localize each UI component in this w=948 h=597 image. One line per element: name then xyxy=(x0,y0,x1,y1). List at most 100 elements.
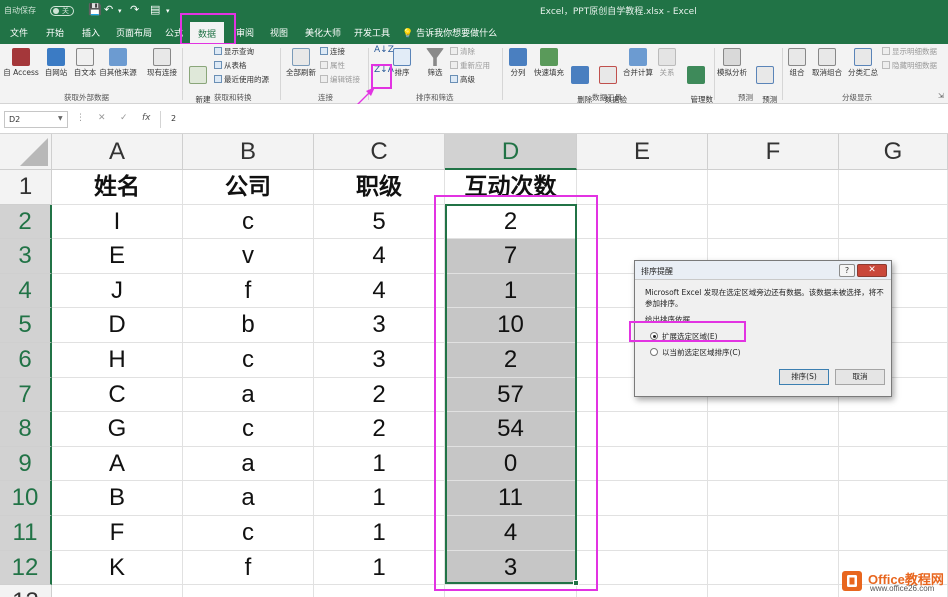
cell-d6[interactable]: 2 xyxy=(445,343,577,378)
customize-toolbar-icon[interactable]: ▾ xyxy=(166,7,170,15)
cell-c13[interactable] xyxy=(314,585,445,597)
cell-b4[interactable]: f xyxy=(183,273,314,309)
expand-selection-option[interactable]: 扩展选定区域(E) xyxy=(650,331,718,342)
properties-button[interactable]: 属性 xyxy=(320,61,345,70)
cell-a1[interactable]: 姓名 xyxy=(52,170,183,205)
refresh-all-button[interactable]: 全部刷新 xyxy=(284,48,318,77)
cell-e1[interactable] xyxy=(577,170,708,205)
cell-c7[interactable]: 2 xyxy=(314,377,445,413)
from-text-button[interactable]: 自文本 xyxy=(71,48,99,77)
from-other-sources-button[interactable]: 自其他来源 xyxy=(98,48,138,77)
cell-c2[interactable]: 5 xyxy=(314,204,445,240)
cell-b2[interactable]: c xyxy=(183,204,314,240)
cell-f10[interactable] xyxy=(708,481,839,516)
sort-descending-button[interactable]: Z↓A xyxy=(374,66,394,75)
existing-connections-button[interactable]: 现有连接 xyxy=(144,48,180,77)
cell-c10[interactable]: 1 xyxy=(314,481,445,516)
cell-d11[interactable]: 4 xyxy=(445,516,577,551)
cell-a6[interactable]: H xyxy=(52,343,183,378)
column-header-c[interactable]: C xyxy=(314,134,445,170)
row-header-7[interactable]: 7 xyxy=(0,377,52,413)
ungroup-button[interactable]: 取消组合 xyxy=(810,48,844,77)
cell-b3[interactable]: v xyxy=(183,239,314,274)
cell-g1[interactable] xyxy=(839,170,948,205)
connections-button[interactable]: 连接 xyxy=(320,47,345,56)
cell-a12[interactable]: K xyxy=(52,550,183,586)
row-header-2[interactable]: 2 xyxy=(0,204,52,240)
cell-d9[interactable]: 0 xyxy=(445,446,577,482)
cell-b11[interactable]: c xyxy=(183,516,314,551)
row-header-8[interactable]: 8 xyxy=(0,412,52,447)
cell-d12[interactable]: 3 xyxy=(445,550,577,586)
cell-d1[interactable]: 互动次数 xyxy=(445,170,577,205)
help-button[interactable]: ? xyxy=(839,264,855,277)
row-header-1[interactable]: 1 xyxy=(0,170,52,205)
row-header-13[interactable]: 13 xyxy=(0,585,52,597)
tab-beautify-master[interactable]: 美化大师 xyxy=(305,26,341,39)
sort-confirm-button[interactable]: 排序(S) xyxy=(779,369,829,385)
cell-f11[interactable] xyxy=(708,516,839,551)
filter-button[interactable]: 筛选 xyxy=(424,48,446,77)
relationships-button[interactable]: 关系 xyxy=(656,48,678,77)
cell-b8[interactable]: c xyxy=(183,412,314,447)
redo-icon[interactable]: ↷ xyxy=(130,3,139,16)
sort-ascending-button[interactable]: A↓Z xyxy=(374,46,394,55)
cell-e10[interactable] xyxy=(577,481,708,516)
cell-a5[interactable]: D xyxy=(52,308,183,343)
clear-filter-button[interactable]: 清除 xyxy=(450,47,475,56)
close-button[interactable]: ✕ xyxy=(857,264,887,277)
row-header-10[interactable]: 10 xyxy=(0,481,52,516)
cell-d8[interactable]: 54 xyxy=(445,412,577,447)
fill-handle[interactable] xyxy=(573,580,579,586)
cell-g10[interactable] xyxy=(839,481,948,516)
cell-e13[interactable] xyxy=(577,585,708,597)
row-header-4[interactable]: 4 xyxy=(0,273,52,309)
cancel-button[interactable]: 取消 xyxy=(835,369,885,385)
cell-d10[interactable]: 11 xyxy=(445,481,577,516)
show-queries-button[interactable]: 显示查询 xyxy=(214,47,254,56)
cell-d5[interactable]: 10 xyxy=(445,308,577,343)
from-web-button[interactable]: 自网站 xyxy=(42,48,70,77)
cell-a7[interactable]: C xyxy=(52,377,183,413)
quick-access-menu-icon[interactable]: ▤ xyxy=(150,3,160,16)
row-header-3[interactable]: 3 xyxy=(0,239,52,274)
recent-sources-button[interactable]: 最近使用的源 xyxy=(214,75,269,84)
hide-detail-button[interactable]: 隐藏明细数据 xyxy=(882,61,937,70)
advanced-filter-button[interactable]: 高级 xyxy=(450,75,475,84)
cell-c5[interactable]: 3 xyxy=(314,308,445,343)
from-table-button[interactable]: 从表格 xyxy=(214,61,247,70)
cell-g8[interactable] xyxy=(839,412,948,447)
column-header-d[interactable]: D xyxy=(445,134,577,170)
cell-f2[interactable] xyxy=(708,204,839,240)
cell-c9[interactable]: 1 xyxy=(314,446,445,482)
column-header-f[interactable]: F xyxy=(708,134,839,170)
cell-a11[interactable]: F xyxy=(52,516,183,551)
undo-dropdown-icon[interactable]: ▾ xyxy=(118,7,122,15)
cell-d2[interactable]: 2 xyxy=(445,204,577,240)
formula-bar-options-icon[interactable]: ⋮ xyxy=(76,113,85,123)
cell-g9[interactable] xyxy=(839,446,948,482)
row-header-5[interactable]: 5 xyxy=(0,308,52,343)
reapply-button[interactable]: 重新应用 xyxy=(450,61,490,70)
select-all-corner[interactable] xyxy=(0,134,52,170)
cell-f1[interactable] xyxy=(708,170,839,205)
cell-e8[interactable] xyxy=(577,412,708,447)
current-selection-option[interactable]: 以当前选定区域排序(C) xyxy=(650,347,741,358)
column-header-g[interactable]: G xyxy=(839,134,948,170)
tab-page-layout[interactable]: 页面布局 xyxy=(116,26,152,39)
cell-f8[interactable] xyxy=(708,412,839,447)
column-header-a[interactable]: A xyxy=(52,134,183,170)
enter-icon[interactable]: ✓ xyxy=(120,113,128,123)
cell-b1[interactable]: 公司 xyxy=(183,170,314,205)
cell-b5[interactable]: b xyxy=(183,308,314,343)
save-icon[interactable]: 💾 xyxy=(88,3,102,16)
dialog-launcher-icon[interactable]: ⇲ xyxy=(938,92,944,100)
cell-a4[interactable]: J xyxy=(52,273,183,309)
formula-input[interactable]: 2 xyxy=(160,111,944,128)
subtotal-button[interactable]: 分类汇总 xyxy=(846,48,880,77)
cell-g2[interactable] xyxy=(839,204,948,240)
cell-c3[interactable]: 4 xyxy=(314,239,445,274)
radio-current-icon[interactable] xyxy=(650,348,658,356)
text-to-columns-button[interactable]: 分列 xyxy=(506,48,530,77)
cell-g11[interactable] xyxy=(839,516,948,551)
